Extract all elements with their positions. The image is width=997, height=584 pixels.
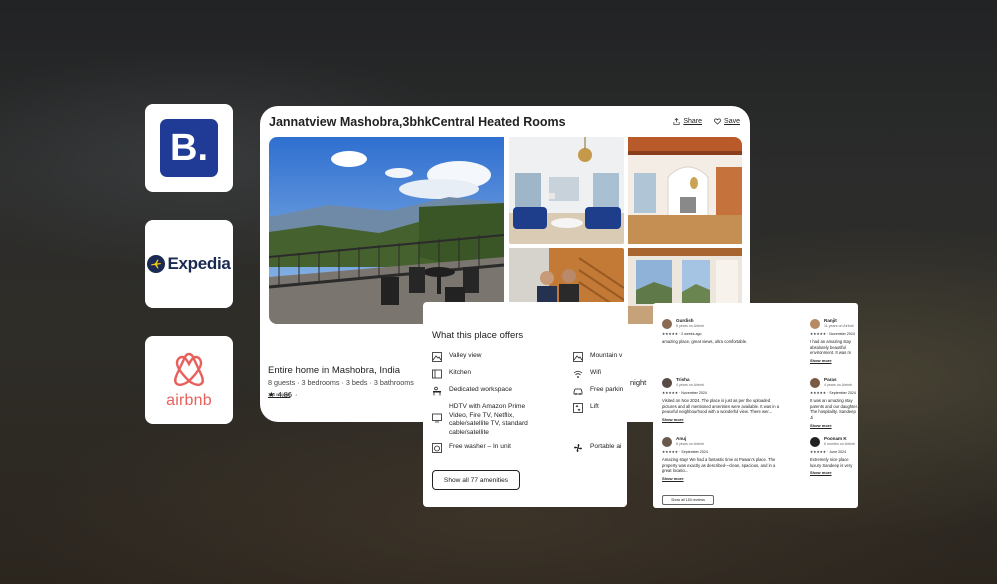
amenity-item: Free parkin: [573, 386, 623, 396]
amenity-label: Portable ai: [590, 443, 622, 450]
share-icon: [673, 118, 680, 125]
review-meta: ★★★★★ · 2 weeks ago: [662, 332, 702, 337]
share-label: Share: [683, 118, 703, 125]
review-text: It was an amazing stay parents and our d…: [810, 397, 858, 420]
amenity-item: Lift: [573, 403, 599, 413]
show-more-link[interactable]: Show more: [662, 417, 782, 422]
amenity-label: HDTV with Amazon Prime Video, Fire TV, N…: [449, 403, 528, 436]
mountain-icon: [573, 352, 583, 362]
airbnb-wordmark: airbnb: [166, 391, 212, 409]
amenity-label: Free washer – In unit: [449, 443, 511, 450]
amenity-label: Mountain v: [590, 352, 623, 359]
airbnb-belo-icon: [174, 352, 204, 386]
fan-icon: [574, 444, 582, 452]
mountain-view-icon: [432, 352, 442, 362]
reviewer-tenure: 6 years on Airbnb: [676, 324, 704, 329]
review-text: Amazing stay! We had a fantastic time at…: [662, 456, 776, 474]
listing-photo-living-room[interactable]: [509, 137, 624, 244]
review-item: Ranjit 11 years on Airbnb ★★★★★ · Novemb…: [810, 318, 858, 363]
review-meta: ★★★★★ · September 2024: [662, 450, 708, 455]
review-text: amazing place, great views, ultra comfor…: [662, 338, 748, 344]
review-meta: ★★★★★ · September 2024: [810, 391, 856, 396]
amenity-label: Kitchen: [449, 369, 471, 376]
booking-logo-card[interactable]: B.: [145, 104, 233, 192]
car-icon: [573, 388, 583, 395]
listing-actions: Share Save: [673, 118, 740, 125]
review-meta: ★★★★★ · November 2024: [810, 332, 855, 337]
listing-title: Jannatview Mashobra,3bhkCentral Heated R…: [269, 115, 566, 129]
amenity-label: Free parkin: [590, 386, 624, 393]
amenity-label: Lift: [590, 403, 599, 410]
review-meta: ★★★★★ · November 2024: [662, 391, 707, 396]
reviewer-tenure: 4 years on Airbnb: [676, 383, 704, 388]
reviewer-tenure: 11 years on Airbnb: [824, 324, 854, 329]
lift-icon: [573, 403, 583, 413]
amenity-item: Dedicated workspace: [432, 386, 512, 396]
home-details: 8 guests · 3 bedrooms · 3 beds · 3 bathr…: [268, 378, 414, 387]
airbnb-logo-card[interactable]: airbnb: [145, 336, 233, 424]
save-button[interactable]: Save: [714, 118, 740, 125]
show-more-link[interactable]: Show more: [810, 423, 858, 428]
amenity-item: Free washer – In unit: [432, 443, 511, 453]
review-text: Extremely nice place luxury Sandeep is v…: [810, 456, 853, 468]
review-item: Anuj 6 years on Airbnb ★★★★★ · September…: [662, 436, 782, 481]
tv-icon: [432, 413, 442, 423]
airbnb-logo: airbnb: [166, 351, 212, 410]
review-item: Gurdish 6 years on Airbnb ★★★★★ · 2 week…: [662, 318, 782, 345]
amenity-label: Valley view: [449, 352, 482, 359]
review-item: Trisha 4 years on Airbnb ★★★★★ · Novembe…: [662, 377, 782, 422]
kitchen-icon: [432, 369, 442, 379]
review-text: Visited on Nov 2024. The place is just a…: [662, 397, 780, 415]
avatar: [662, 436, 672, 447]
avatar: [810, 318, 820, 329]
amenity-item: HDTV with Amazon Prime Video, Fire TV, N…: [432, 403, 542, 437]
reviewer-tenure: 6 years on Airbnb: [676, 442, 704, 447]
amenities-panel: What this place offers Valley view Kitch…: [423, 302, 627, 507]
workspace-icon: [433, 386, 441, 396]
reviews-link[interactable]: 153 reviews: [268, 392, 290, 398]
show-more-link[interactable]: Show more: [662, 476, 782, 481]
expedia-logo: Expedia: [147, 254, 231, 274]
review-text: I had an amazing stay absolutely beautif…: [810, 338, 851, 356]
booking-logo: B.: [160, 119, 218, 177]
washer-icon: [432, 443, 442, 453]
amenity-item: Portable ai: [573, 443, 622, 453]
amenity-item: Valley view: [432, 352, 482, 362]
heart-icon: [714, 118, 721, 125]
show-more-link[interactable]: Show more: [810, 358, 858, 363]
expedia-wordmark: Expedia: [167, 254, 231, 273]
plane-icon: [147, 255, 166, 273]
price-night-label: night: [630, 378, 647, 387]
avatar: [662, 318, 672, 329]
amenity-label: Wifi: [590, 369, 601, 376]
home-type-heading: Entire home in Mashobra, India: [268, 365, 401, 376]
avatar: [662, 377, 672, 388]
share-button[interactable]: Share: [673, 118, 702, 125]
listing-photo-main[interactable]: [269, 137, 504, 324]
listing-photo-dining[interactable]: [628, 137, 742, 244]
review-item: Poonam K 6 months on Airbnb ★★★★★ · June…: [810, 436, 858, 476]
show-more-link[interactable]: Show more: [810, 470, 858, 475]
save-label: Save: [724, 118, 740, 125]
amenity-item: Wifi: [573, 369, 601, 379]
show-all-reviews-button[interactable]: Show all 153 reviews: [662, 495, 714, 505]
home-rating: ★ 4.86 · 153 reviews: [268, 390, 298, 399]
reviewer-tenure: 6 months on Airbnb: [824, 442, 855, 447]
reviewer-tenure: 4 years on Airbnb: [824, 383, 852, 388]
amenities-title: What this place offers: [432, 330, 524, 341]
avatar: [810, 377, 820, 388]
review-meta: ★★★★★ · June 2024: [810, 450, 847, 455]
expedia-logo-card[interactable]: Expedia: [145, 220, 233, 308]
amenity-label: Dedicated workspace: [449, 386, 513, 393]
avatar: [810, 436, 820, 447]
show-all-amenities-button[interactable]: Show all 77 amenities: [432, 470, 520, 490]
wifi-icon: [573, 370, 583, 378]
review-item: Paras 4 years on Airbnb ★★★★★ · Septembe…: [810, 377, 858, 428]
amenity-item: Mountain v: [573, 352, 622, 362]
amenity-item: Kitchen: [432, 369, 471, 379]
reviews-panel: Gurdish 6 years on Airbnb ★★★★★ · 2 week…: [653, 303, 858, 508]
